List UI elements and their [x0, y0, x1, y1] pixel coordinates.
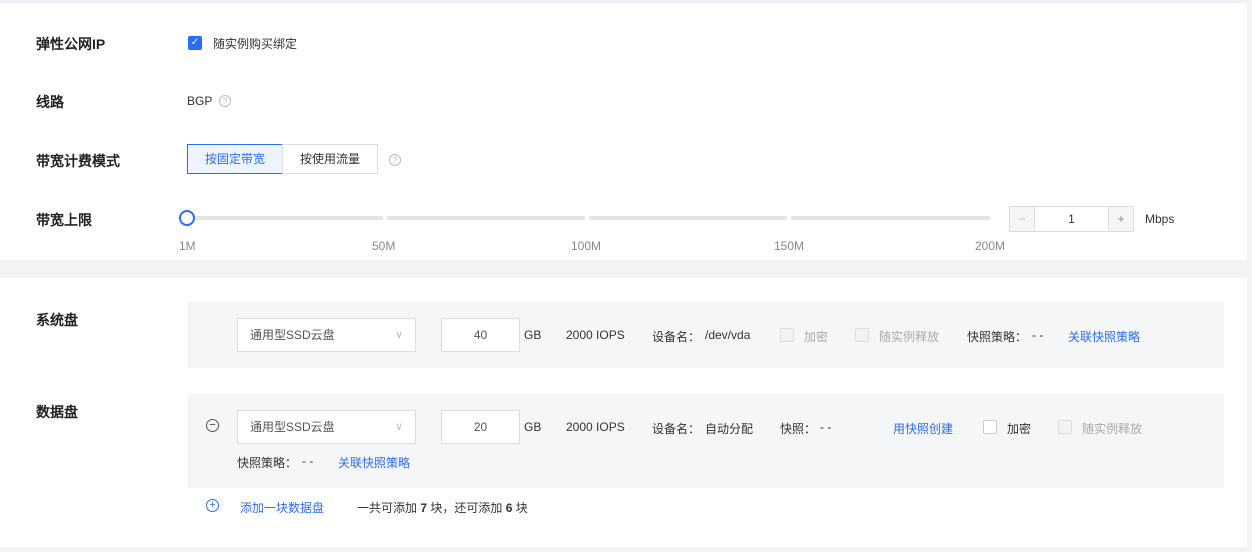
billing-option-traffic[interactable]: 按使用流量 — [282, 144, 378, 174]
release-label: 随实例释放 — [1082, 422, 1143, 436]
eip-checkbox[interactable]: ✓ — [188, 36, 202, 50]
info-text: 一共可添加 — [357, 501, 418, 515]
slider-track[interactable] — [187, 216, 383, 220]
tick-label: 200M — [975, 239, 1006, 253]
eip-checkbox-label: 随实例购买绑定 — [213, 37, 298, 51]
create-from-snapshot-link[interactable]: 用快照创建 — [893, 420, 953, 437]
bandwidth-stepper[interactable]: − 1 + — [1009, 206, 1134, 232]
iops: 2000 IOPS — [566, 420, 625, 434]
chevron-down-icon: ∨ — [394, 329, 403, 341]
select-value: 通用型SSD云盘 — [250, 420, 335, 434]
snapshot-policy-label: 快照策略： — [967, 330, 1028, 344]
release-checkbox[interactable] — [1058, 420, 1072, 434]
add-data-disk-link[interactable]: 添加一块数据盘 — [240, 499, 324, 516]
system-disk-type-select[interactable]: 通用型SSD云盘 ∨ — [237, 318, 416, 352]
release-checkbox[interactable] — [855, 328, 869, 342]
billing-label: 带宽计费模式 — [36, 153, 120, 169]
encrypt-label: 加密 — [1007, 422, 1032, 436]
size-unit: GB — [524, 420, 542, 434]
data-disk-label: 数据盘 — [36, 404, 78, 420]
info-text: 块 — [515, 501, 528, 515]
encrypt-label: 加密 — [804, 330, 829, 344]
size-unit: GB — [524, 328, 542, 342]
increment-button[interactable]: + — [1108, 207, 1133, 231]
help-icon[interactable]: ? — [389, 154, 401, 166]
device-value: /dev/vda — [705, 328, 751, 342]
encrypt-checkbox[interactable] — [780, 328, 794, 342]
slider-track[interactable] — [589, 216, 787, 220]
line-value: BGP — [187, 94, 213, 108]
slider-handle[interactable] — [179, 210, 195, 226]
add-icon[interactable]: + — [206, 499, 219, 512]
tick-label: 100M — [571, 239, 602, 253]
bottom-divider — [0, 547, 1247, 552]
encrypt-checkbox[interactable] — [983, 420, 997, 434]
billing-option-fixed[interactable]: 按固定带宽 — [187, 144, 283, 174]
eip-label: 弹性公网IP — [36, 36, 106, 52]
slider-track[interactable] — [791, 216, 990, 220]
data-disk-size-input[interactable]: 20 — [441, 410, 520, 444]
select-value: 通用型SSD云盘 — [250, 328, 335, 342]
snapshot-policy-label: 快照策略： — [237, 456, 298, 470]
snapshot-policy-value: - - — [302, 454, 314, 468]
system-disk-size-input[interactable]: 40 — [441, 318, 520, 352]
device-value: 自动分配 — [705, 422, 754, 436]
tick-label: 50M — [372, 239, 396, 253]
release-label: 随实例释放 — [879, 330, 940, 344]
snapshot-value: - - — [820, 420, 832, 434]
chevron-down-icon: ∨ — [394, 421, 403, 433]
remove-disk-icon[interactable]: − — [206, 419, 219, 432]
add-disk-info: 一共可添加 7 块，还可添加 6 块 — [357, 499, 528, 516]
remaining-count: 6 — [505, 501, 513, 515]
bandwidth-label: 带宽上限 — [36, 212, 92, 228]
bandwidth-input[interactable]: 1 — [1035, 207, 1108, 231]
snapshot-policy-value: - - — [1032, 328, 1044, 342]
slider-track[interactable] — [387, 216, 585, 220]
data-disk-type-select[interactable]: 通用型SSD云盘 ∨ — [237, 410, 416, 444]
device-label: 设备名： — [652, 330, 701, 344]
tick-label: 150M — [774, 239, 805, 253]
help-icon[interactable]: ? — [219, 95, 231, 107]
iops: 2000 IOPS — [566, 328, 625, 342]
scrollbar-track[interactable] — [1247, 0, 1252, 552]
decrement-button[interactable]: − — [1010, 207, 1035, 231]
link-snapshot-policy[interactable]: 关联快照策略 — [338, 454, 410, 471]
link-snapshot-policy[interactable]: 关联快照策略 — [1068, 328, 1140, 345]
top-divider — [0, 0, 1252, 3]
device-label: 设备名： — [652, 422, 701, 436]
tick-label: 1M — [179, 239, 196, 253]
bandwidth-unit: Mbps — [1145, 212, 1175, 226]
section-divider — [0, 260, 1247, 278]
info-text: 块，还可添加 — [430, 501, 503, 515]
total-count: 7 — [420, 501, 428, 515]
snapshot-label: 快照： — [780, 422, 817, 436]
line-label: 线路 — [36, 94, 64, 110]
system-disk-label: 系统盘 — [36, 312, 78, 328]
